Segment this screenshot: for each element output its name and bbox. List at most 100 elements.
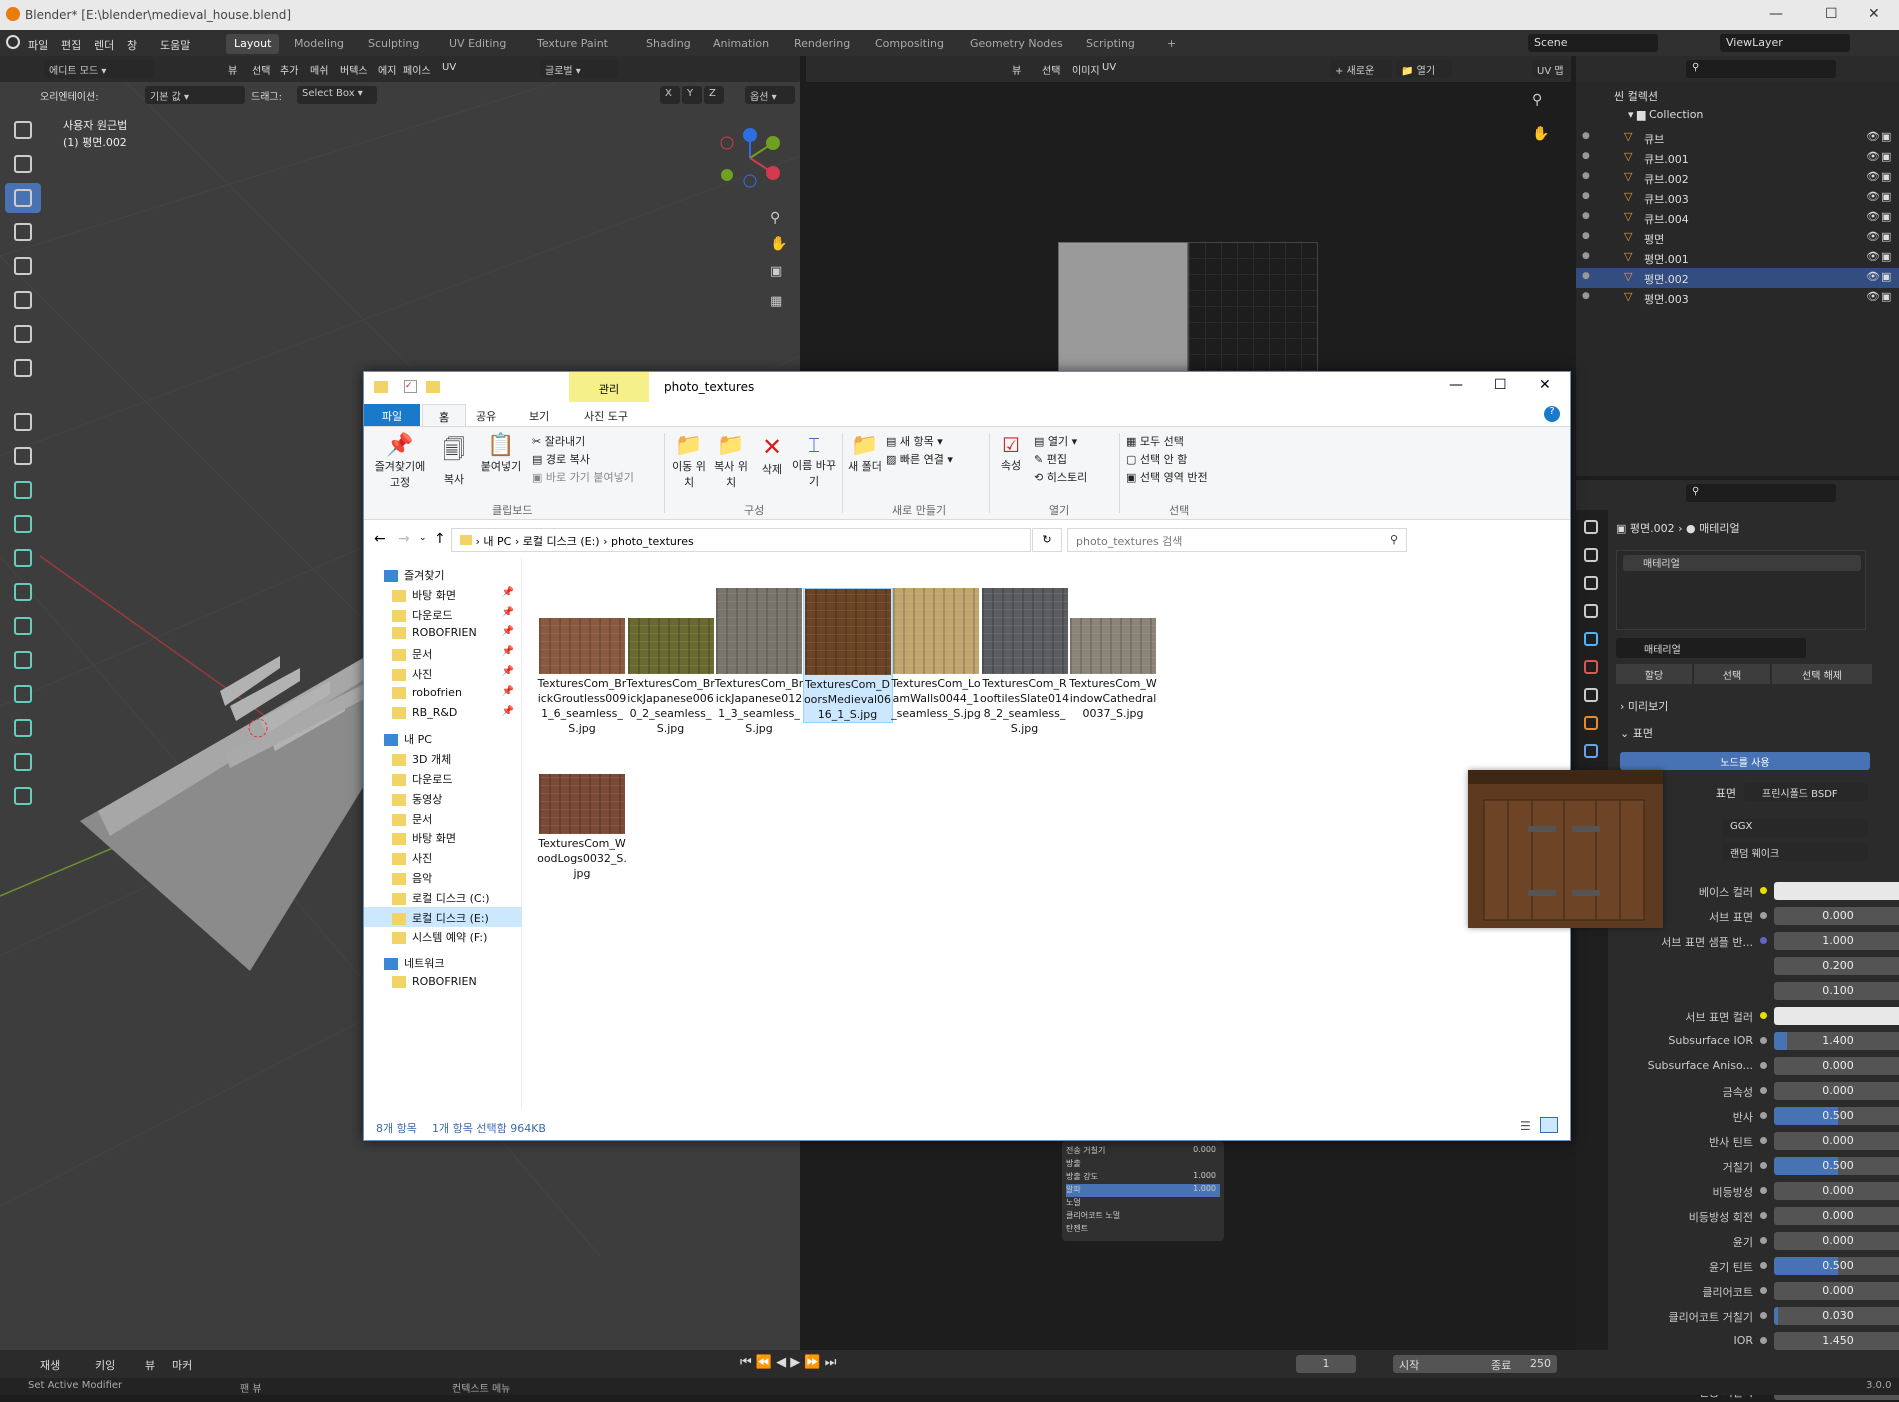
viewport-menu-item[interactable]: 선택 bbox=[252, 62, 270, 77]
recent-dropdown-icon[interactable]: ⌄ bbox=[419, 533, 427, 543]
tab-home[interactable]: 홈 bbox=[422, 404, 466, 426]
properties-tab-icon[interactable] bbox=[1584, 548, 1598, 562]
viewlayer-selector[interactable]: ViewLayer bbox=[1720, 34, 1850, 52]
bsdf-node-fragment[interactable]: 전송 거칠기 0.000 방출 방출 강도 1.000 알파 1.000 노멀 클리어코트 노멀… bbox=[1062, 1141, 1224, 1241]
property-field[interactable]: 0.000 bbox=[1774, 1207, 1899, 1225]
image-editor-menu-item[interactable]: UV bbox=[1102, 62, 1116, 73]
viewport-menu-item[interactable]: 페이스 bbox=[403, 62, 431, 77]
outliner-row[interactable]: ● ▽ 큐브.004 👁 ▣ bbox=[1576, 208, 1899, 228]
invert-selection-button[interactable]: ▣ 선택 영역 반전 bbox=[1126, 469, 1208, 485]
menu-item[interactable]: 도움말 bbox=[160, 37, 190, 53]
property-field[interactable]: 0.100 bbox=[1774, 982, 1899, 1000]
assign-button[interactable]: 할당 bbox=[1616, 664, 1692, 684]
outliner-row[interactable]: ● ▽ 큐브.002 👁 ▣ bbox=[1576, 168, 1899, 188]
tab-share[interactable]: 공유 bbox=[476, 408, 496, 424]
select-none-button[interactable]: ▢ 선택 안 함 bbox=[1126, 451, 1187, 467]
surface-shader-field[interactable]: 프린시폴드 BSDF bbox=[1744, 783, 1868, 801]
properties-tab-icon[interactable] bbox=[1584, 520, 1598, 534]
workspace-tab[interactable]: Animation bbox=[705, 34, 777, 54]
file-thumbnail[interactable]: TexturesCom_LoamWalls0044_1_seamless_S.j… bbox=[891, 588, 981, 721]
details-view-icon[interactable]: ☰ bbox=[1520, 1119, 1531, 1133]
node-socket-row[interactable]: 탄젠트 bbox=[1066, 1223, 1220, 1236]
file-thumbnail[interactable]: TexturesCom_WindowCathedral0037_S.jpg bbox=[1068, 588, 1158, 721]
nav-item[interactable]: 시스템 예약 (F:) bbox=[364, 926, 522, 946]
new-folder-button[interactable]: 📁 새 폴더 bbox=[848, 433, 882, 474]
tool-button[interactable] bbox=[5, 611, 41, 641]
property-field[interactable]: 0.000 bbox=[1774, 1082, 1899, 1100]
options-dropdown[interactable]: 옵션 ▾ bbox=[745, 86, 795, 104]
property-field[interactable]: 0.000 bbox=[1774, 907, 1899, 925]
tool-button[interactable] bbox=[5, 577, 41, 607]
delete-button[interactable]: ✕ 삭제 bbox=[754, 433, 790, 477]
uv-map-dropdown[interactable]: UV 맵 bbox=[1532, 60, 1570, 78]
camera-visibility-icon[interactable]: ▣ bbox=[1881, 270, 1891, 283]
close-button[interactable]: ✕ bbox=[1868, 6, 1880, 22]
viewport-menu-item[interactable]: 버텍스 bbox=[340, 62, 368, 77]
collection-row[interactable]: ▾ ▆ Collection bbox=[1628, 108, 1703, 121]
menu-item[interactable]: 파일 bbox=[28, 37, 48, 53]
new-folder-quick-icon[interactable] bbox=[426, 381, 440, 393]
cut-button[interactable]: ✂ 잘라내기 bbox=[532, 433, 585, 449]
nav-item[interactable]: 즐겨찾기 bbox=[364, 564, 522, 584]
camera-visibility-icon[interactable]: ▣ bbox=[1881, 290, 1891, 303]
tool-button[interactable] bbox=[5, 115, 41, 145]
viewport-menu-item[interactable]: 메쉬 bbox=[310, 62, 328, 77]
tool-button[interactable] bbox=[5, 781, 41, 811]
eye-icon[interactable]: 👁 bbox=[1866, 210, 1880, 223]
eye-icon[interactable]: 👁 bbox=[1866, 290, 1880, 303]
grid-view-icon[interactable]: ▦ bbox=[770, 294, 782, 309]
deselect-button[interactable]: 선택 해제 bbox=[1772, 664, 1872, 684]
explorer-search-input[interactable]: photo_textures 검색 ⚲ bbox=[1067, 528, 1407, 552]
tool-button[interactable] bbox=[5, 251, 41, 281]
workspace-tab[interactable]: Sculpting bbox=[360, 34, 427, 54]
workspace-tab[interactable]: Compositing bbox=[867, 34, 952, 54]
property-field[interactable] bbox=[1774, 1007, 1899, 1025]
property-field[interactable]: 0.500 bbox=[1774, 1107, 1899, 1125]
node-socket-row[interactable]: 방출 강도 1.000 bbox=[1066, 1171, 1220, 1184]
camera-icon[interactable]: ▣ bbox=[770, 264, 782, 279]
axis-x-toggle[interactable]: X bbox=[660, 86, 680, 104]
eye-icon[interactable]: 👁 bbox=[1866, 230, 1880, 243]
node-socket-row[interactable]: 방출 bbox=[1066, 1158, 1220, 1171]
rename-button[interactable]: ⌶ 이름 바꾸기 bbox=[792, 433, 836, 489]
camera-visibility-icon[interactable]: ▣ bbox=[1881, 250, 1891, 263]
outliner-row[interactable]: ● ▽ 큐브.003 👁 ▣ bbox=[1576, 188, 1899, 208]
image-pan-icon[interactable]: ✋ bbox=[1532, 126, 1549, 142]
property-field[interactable]: 1.000 bbox=[1774, 932, 1899, 950]
manage-context-tab[interactable]: 관리 bbox=[569, 372, 649, 402]
zoom-icon[interactable]: ⚲ bbox=[770, 210, 780, 226]
nav-item[interactable]: ROBOFRIEN 📌 bbox=[364, 623, 522, 643]
workspace-tab[interactable]: + bbox=[1159, 34, 1184, 54]
outliner-row[interactable]: ● ▽ 평면.002 👁 ▣ bbox=[1576, 268, 1899, 288]
material-slot-item[interactable]: 매테리얼 bbox=[1623, 555, 1861, 571]
pan-hand-icon[interactable]: ✋ bbox=[770, 236, 787, 252]
history-button[interactable]: ⟲ 히스토리 bbox=[1034, 469, 1087, 485]
tool-button[interactable] bbox=[5, 407, 41, 437]
mode-dropdown[interactable]: 에디트 모드 ▾ bbox=[44, 60, 154, 78]
new-item-button[interactable]: ▤ 새 항목 ▾ bbox=[886, 433, 943, 449]
properties-search-input[interactable]: ⚲ bbox=[1686, 484, 1836, 502]
property-field[interactable]: 0.500 bbox=[1774, 1257, 1899, 1275]
image-editor-menu-item[interactable]: 뷰 bbox=[1012, 62, 1021, 77]
property-field[interactable]: 1.450 bbox=[1774, 1332, 1899, 1350]
file-thumbnail[interactable]: TexturesCom_RooftilesSlate0148_2_seamles… bbox=[980, 588, 1070, 736]
axis-z-toggle[interactable]: Z bbox=[704, 86, 724, 104]
easy-access-button[interactable]: ▨ 빠른 연결 ▾ bbox=[886, 451, 953, 467]
tool-button[interactable] bbox=[5, 441, 41, 471]
node-socket-row[interactable]: 알파 1.000 bbox=[1066, 1184, 1220, 1197]
tool-button[interactable] bbox=[5, 285, 41, 315]
nav-item[interactable]: ROBOFRIEN bbox=[364, 972, 522, 992]
viewport-menu-item[interactable]: 추가 bbox=[280, 62, 298, 77]
eye-icon[interactable]: 👁 bbox=[1866, 150, 1880, 163]
surface-panel[interactable]: ⌄ 표면 bbox=[1620, 725, 1653, 741]
outliner-row[interactable]: ● ▽ 큐브 👁 ▣ bbox=[1576, 128, 1899, 148]
tool-button[interactable] bbox=[5, 149, 41, 179]
use-nodes-button[interactable]: 노드를 사용 bbox=[1620, 752, 1870, 770]
nav-item[interactable]: 3D 개체 bbox=[364, 748, 522, 768]
file-explorer-window[interactable]: ✓ 관리 photo_textures — ☐ ✕ 파일 홈 공유 보기 사진 … bbox=[363, 371, 1663, 1141]
transform-orientation-dropdown[interactable]: 글로벌 ▾ bbox=[540, 60, 618, 78]
end-frame-field[interactable]: 종료 250 bbox=[1485, 1355, 1557, 1373]
select-all-button[interactable]: ▦ 모두 선택 bbox=[1126, 433, 1184, 449]
nav-item[interactable]: 다운로드 📌 bbox=[364, 604, 522, 624]
tool-button[interactable] bbox=[5, 713, 41, 743]
